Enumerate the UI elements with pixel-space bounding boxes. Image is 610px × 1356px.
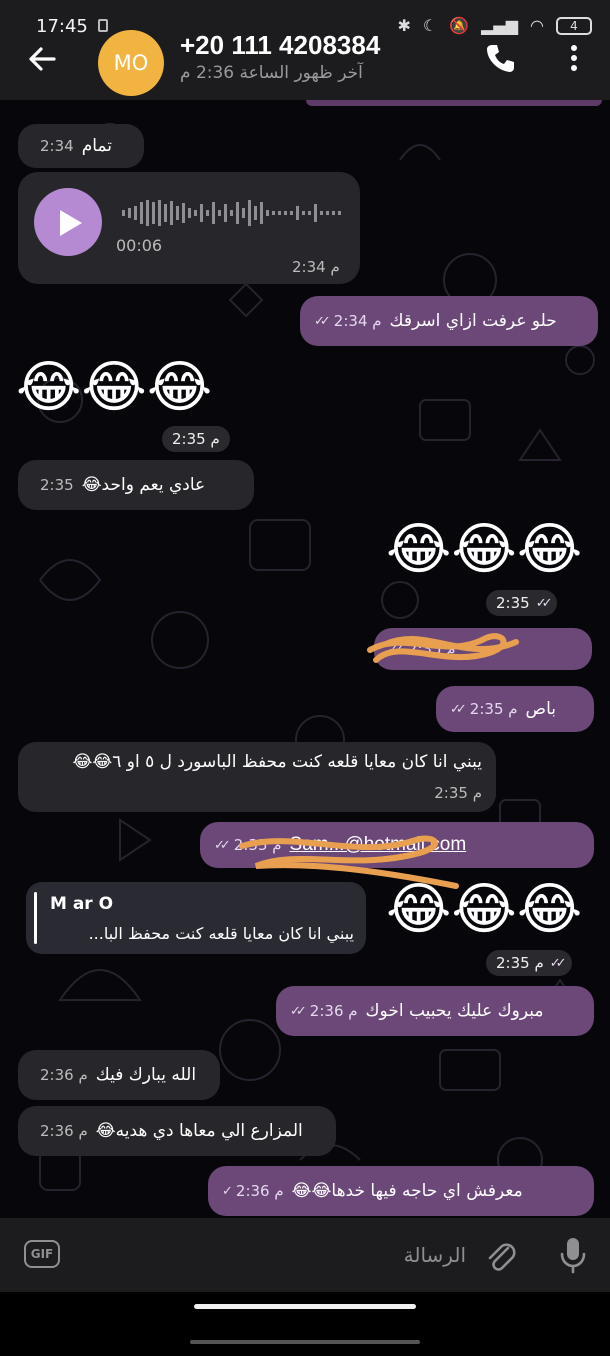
reply-author: M ar O — [50, 894, 114, 914]
chat-area[interactable]: 2:34 تمام 00:06 2:34 م ✓✓ 2:34 م حلو عرف… — [0, 100, 610, 1218]
message-time: 2:35 م ✓✓ — [486, 950, 572, 976]
message-time: 2:35 ✓✓ — [486, 590, 558, 616]
message-outgoing[interactable]: ✓✓ 2:35 م — [374, 628, 592, 670]
play-icon — [60, 210, 82, 236]
message-text: الله يبارك فيك — [95, 1065, 197, 1085]
message-input[interactable] — [74, 1234, 466, 1276]
voice-duration: 00:06 — [116, 236, 163, 255]
message-time: 2:36 م — [40, 1066, 88, 1084]
microphone-icon[interactable] — [558, 1236, 588, 1274]
message-outgoing[interactable]: ✓✓ 2:34 م حلو عرفت ازاي اسرقك — [300, 296, 598, 346]
bluetooth-icon: ✱ — [397, 16, 411, 35]
emoji-message[interactable]: 😂😂😂 — [386, 880, 582, 940]
reply-text: يبني انا كان معايا قلعه كنت محفظ البا... — [88, 924, 354, 943]
message-time: 2:34 م — [292, 258, 340, 276]
message-time: 2:36 م — [309, 1002, 358, 1020]
mute-icon: 🔕 — [449, 16, 470, 35]
message-time: 2:34 — [40, 137, 74, 155]
message-text: حلو عرفت ازاي اسرقك — [389, 311, 557, 331]
message-text: باص — [525, 699, 557, 719]
chat-header: MO +20 111 4208384 آخر ظهور الساعة 2:36 … — [0, 30, 610, 100]
avatar[interactable]: MO — [98, 30, 164, 96]
reply-bar — [34, 892, 37, 944]
message-text: يبني انا كان معايا قلعه كنت محفظ الباسور… — [72, 752, 482, 772]
phone-icon[interactable] — [484, 42, 516, 74]
message-time: 2:35 — [40, 476, 74, 494]
message-text: مبروك عليك يحبيب اخوك — [365, 1001, 544, 1021]
email-link[interactable]: Sam...@hotmail.com — [290, 834, 467, 856]
double-check-icon: ✓✓ — [450, 701, 467, 717]
message-text: تمام — [81, 136, 112, 156]
reply-quote[interactable]: M ar O يبني انا كان معايا قلعه كنت محفظ … — [26, 882, 366, 954]
gesture-bar — [190, 1340, 420, 1344]
message-text: معرفش اي حاجه فيها خدها😂😂 — [291, 1181, 523, 1201]
message-time: 2:35 م — [407, 640, 456, 658]
single-check-icon: ✓ — [222, 1183, 233, 1199]
wifi-icon: ◠ — [530, 16, 544, 35]
emoji-message[interactable]: 😂😂😂 — [386, 520, 582, 580]
message-time: 2:36 م — [40, 1122, 88, 1140]
double-check-icon: ✓✓ — [214, 837, 231, 853]
battery-icon: 4 — [556, 16, 592, 35]
double-check-icon: ✓✓ — [290, 1003, 307, 1019]
message-outgoing[interactable]: ✓✓ 2:36 م مبروك عليك يحبيب اخوك — [276, 986, 594, 1036]
message-incoming[interactable]: يبني انا كان معايا قلعه كنت محفظ الباسور… — [18, 742, 496, 812]
message-time: 2:34 م — [333, 312, 382, 330]
message-time: 2:35 م — [233, 836, 282, 854]
attach-icon[interactable] — [484, 1238, 516, 1274]
message-incoming[interactable]: 2:36 م الله يبارك فيك — [18, 1050, 220, 1100]
message-outgoing[interactable]: ✓✓ 2:35 م باص — [436, 686, 594, 732]
sim-icon — [98, 19, 108, 32]
contact-name[interactable]: +20 111 4208384 — [180, 30, 380, 61]
status-time: 17:45 — [36, 16, 88, 37]
emoji-message[interactable]: 😂😂😂 — [16, 358, 212, 418]
message-incoming[interactable]: 2:35 عادي يعم واحد😂 — [18, 460, 254, 510]
message-time: 2:35 م — [469, 700, 518, 718]
system-nav-bar — [0, 1292, 610, 1356]
last-seen-status: آخر ظهور الساعة 2:36 م — [180, 63, 363, 83]
message-outgoing[interactable]: ✓✓ 2:35 م Sam...@hotmail.com — [200, 822, 594, 868]
message-time: 2:35 م — [162, 426, 230, 452]
waveform — [122, 200, 341, 226]
status-icons: ✱ ☾ 🔕 ▂▄▆ ◠ 4 — [397, 16, 592, 35]
voice-message[interactable]: 00:06 2:34 م — [18, 172, 360, 284]
more-options-icon[interactable] — [562, 42, 586, 74]
previous-message-edge — [306, 100, 602, 106]
message-time: 2:35 م — [434, 784, 482, 802]
double-check-icon: ✓✓ — [549, 955, 567, 971]
gif-icon[interactable]: GIF — [24, 1240, 60, 1268]
message-text: المزارع الي معاها دي هديه😂 — [95, 1121, 303, 1141]
message-text: عادي يعم واحد😂 — [81, 475, 206, 495]
message-outgoing[interactable]: ✓ 2:36 م معرفش اي حاجه فيها خدها😂😂 — [208, 1166, 594, 1216]
double-check-icon: ✓✓ — [388, 641, 405, 657]
message-incoming[interactable]: 2:36 م المزارع الي معاها دي هديه😂 — [18, 1106, 336, 1156]
back-arrow-icon[interactable] — [26, 42, 60, 76]
double-check-icon: ✓✓ — [314, 313, 331, 329]
signal-icon: ▂▄▆ — [481, 16, 519, 35]
moon-icon: ☾ — [422, 16, 438, 35]
message-incoming[interactable]: 2:34 تمام — [18, 124, 144, 168]
double-check-icon: ✓✓ — [535, 595, 553, 611]
message-time: 2:36 م — [235, 1182, 284, 1200]
home-handle[interactable] — [194, 1304, 416, 1309]
message-input-bar: GIF — [0, 1218, 610, 1292]
